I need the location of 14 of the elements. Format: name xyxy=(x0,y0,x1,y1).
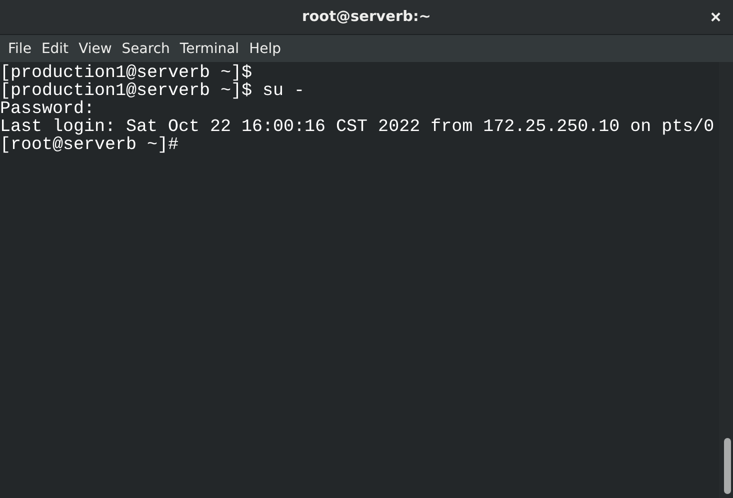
terminal-line: Last login: Sat Oct 22 16:00:16 CST 2022 from 172.25.250.10 on pts/0 xyxy=(0,118,716,136)
menu-item[interactable]: File xyxy=(3,40,36,56)
menu-item[interactable]: Terminal xyxy=(174,40,244,56)
menu-item[interactable]: Help xyxy=(244,40,286,56)
menu-item[interactable]: Search xyxy=(116,40,175,56)
terminal-line: [production1@serverb ~]$ su - xyxy=(0,82,306,100)
terminal-line: Password: xyxy=(0,100,95,118)
window-title: root@serverb:~ xyxy=(302,9,431,25)
menu-item[interactable]: View xyxy=(74,40,117,56)
terminal-line: [production1@serverb ~]$ xyxy=(0,64,254,82)
terminal-line: [root@serverb ~]# xyxy=(0,136,180,154)
close-button[interactable]: × xyxy=(708,7,723,27)
menu-item[interactable]: Edit xyxy=(36,40,74,56)
scrollbar-thumb[interactable] xyxy=(724,438,731,494)
